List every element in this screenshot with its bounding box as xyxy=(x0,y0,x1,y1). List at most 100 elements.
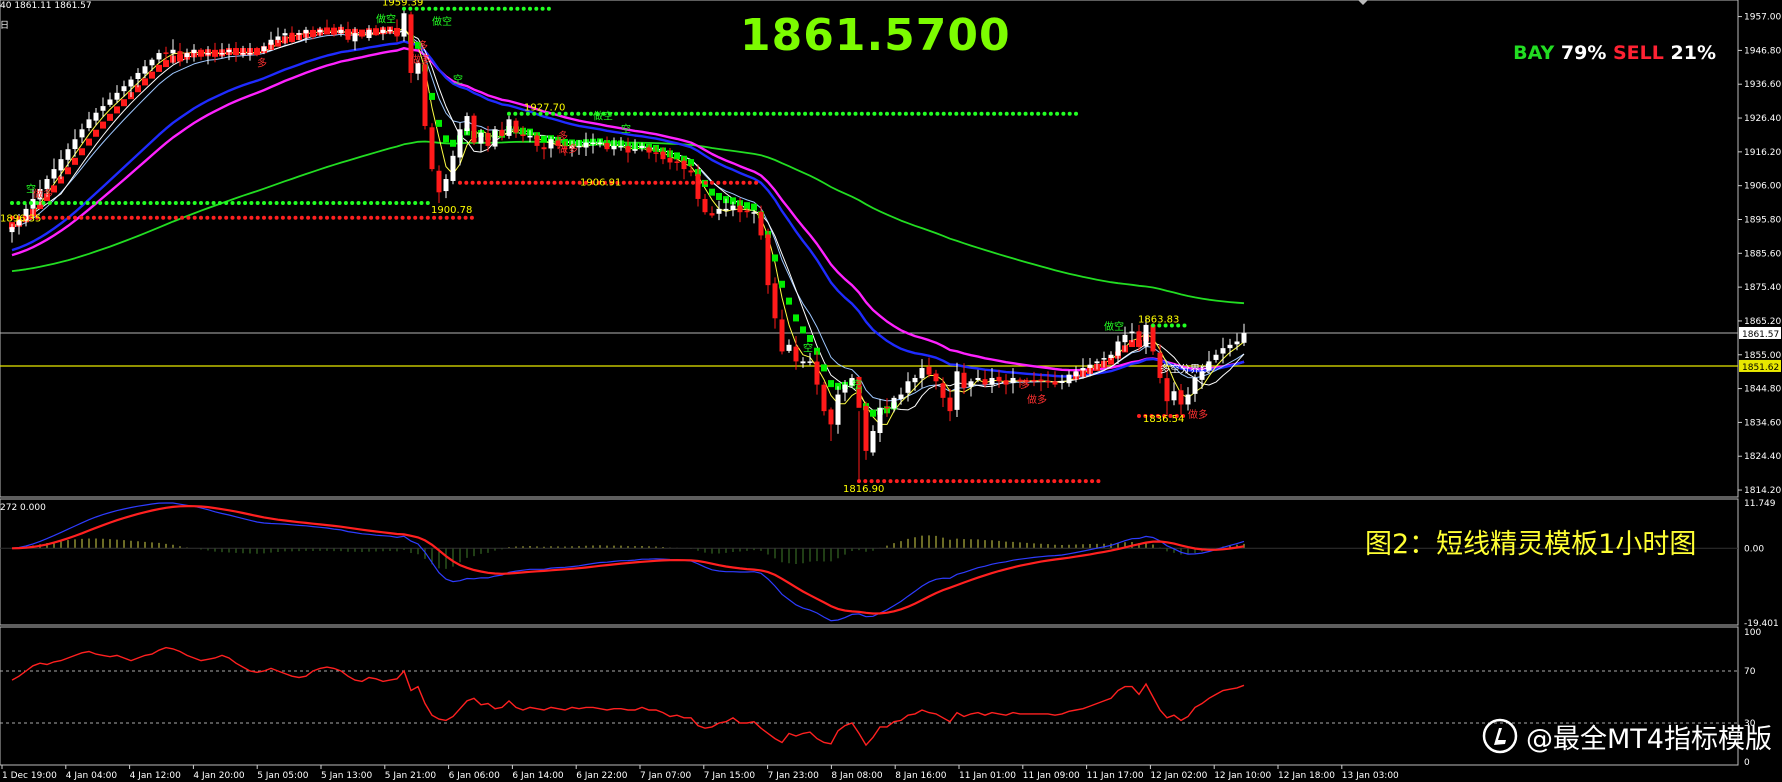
candle-body xyxy=(702,198,708,213)
level-dots-1900-green xyxy=(299,201,304,205)
level-dots-1896 xyxy=(98,215,103,220)
level-dots-1927 xyxy=(979,111,984,116)
level-dots-1906 xyxy=(703,180,708,185)
level-dots-1816 xyxy=(964,479,969,484)
time-tick-label: 11 Jan 09:00 xyxy=(1023,771,1080,781)
chart-canvas[interactable]: 1959.39 1927.70 1906.91 1900.78 1863.83 1836.… xyxy=(0,0,1782,782)
candle-body xyxy=(982,379,988,385)
rsi-line xyxy=(11,646,1245,747)
level-dots-1906 xyxy=(571,180,576,185)
candle-body xyxy=(436,170,442,193)
level-dots-1900-green xyxy=(318,201,323,205)
level-dots-1896 xyxy=(299,215,304,220)
level-dots-1900-green xyxy=(91,201,96,205)
level-dots-1816 xyxy=(920,479,924,484)
level-dots-1816 xyxy=(901,479,906,484)
level-dots-1896 xyxy=(287,215,292,220)
level-dots-1900-green xyxy=(28,201,33,205)
level-dots-1927 xyxy=(651,111,656,116)
level-dots-1906 xyxy=(647,180,651,185)
candle-body xyxy=(1213,354,1219,360)
level-dots-1896 xyxy=(85,215,90,220)
level-dots-1927 xyxy=(784,111,789,116)
level-dots-1896 xyxy=(117,215,122,220)
long-signal-label: 做多 xyxy=(1027,393,1047,406)
level-dots-1927 xyxy=(878,111,883,116)
candle-body xyxy=(1010,377,1016,384)
candle-body xyxy=(1178,390,1184,405)
level-dots-1927 xyxy=(985,111,990,116)
level-dots-1896 xyxy=(425,215,430,220)
level-dots-1900-green xyxy=(350,201,355,205)
time-tick-label: 8 Jan 08:00 xyxy=(831,771,883,781)
level-dots-1900-green xyxy=(293,201,298,205)
level-dots-1896 xyxy=(388,215,392,220)
candle-body xyxy=(1192,377,1198,394)
price-tick-label: 1875.40 xyxy=(1744,283,1781,293)
candle-body xyxy=(1094,361,1100,364)
level-dots-1896 xyxy=(199,215,203,220)
time-tick-label: 5 Jan 05:00 xyxy=(257,771,309,781)
level-dots-1900-green xyxy=(211,201,216,205)
trend-block xyxy=(541,135,547,143)
level-dots-1900-green xyxy=(394,201,399,205)
level-dots-1900-green xyxy=(325,201,329,205)
price-tick-label: 1946.80 xyxy=(1744,46,1781,56)
level-dots-1906 xyxy=(735,180,740,185)
figure-caption: 图2：短线精灵模板1小时图 xyxy=(1365,529,1697,560)
bay-label: BAY xyxy=(1513,42,1555,64)
candle-body xyxy=(954,371,960,410)
price-axis: 1957.00 1946.80 1936.60 1926.40 1916.20 1906.… xyxy=(1738,13,1781,768)
level-dots-1900-green xyxy=(110,201,115,205)
level-dots-1816 xyxy=(957,479,962,484)
price-tick-label: 1865.20 xyxy=(1744,317,1781,327)
level-dots-1896 xyxy=(457,215,462,220)
candle-body xyxy=(401,13,407,37)
level-dots-1900-green xyxy=(255,201,260,205)
candle-body xyxy=(947,397,953,412)
level-dots-1900-green xyxy=(331,201,336,205)
weibo-logo-icon xyxy=(1482,718,1518,754)
level-dots-1959 xyxy=(427,6,432,11)
candle-body xyxy=(520,134,526,136)
level-dots-1906 xyxy=(552,180,557,185)
level-dots-1896 xyxy=(47,215,52,220)
candle-body xyxy=(226,49,232,53)
level-label: 1863.83 xyxy=(1138,314,1179,325)
candle-body xyxy=(821,384,827,412)
level-dots-1927 xyxy=(702,111,707,116)
candle-body xyxy=(51,169,57,179)
level-dots-1900-green xyxy=(41,201,46,205)
time-tick-label: 13 Jan 03:00 xyxy=(1342,771,1399,781)
trend-block xyxy=(121,99,127,107)
candle-body xyxy=(457,129,463,158)
level-dots-1906 xyxy=(728,180,733,185)
level-dots-1900-green xyxy=(413,201,418,205)
trend-block xyxy=(443,135,449,143)
macd-tick-label: 0.00 xyxy=(1744,544,1764,554)
level-dots-1906 xyxy=(489,180,494,185)
candle-body xyxy=(380,29,386,33)
candle-body xyxy=(219,53,225,55)
level-dots-1816 xyxy=(1083,479,1088,484)
level-dots-1896 xyxy=(469,215,474,220)
level-dots-1816 xyxy=(1077,479,1082,484)
candle-body xyxy=(527,135,533,138)
level-dots-1927 xyxy=(626,111,631,116)
candle-body xyxy=(1101,358,1107,360)
trend-block xyxy=(142,78,148,86)
candle-body xyxy=(1045,380,1051,383)
candle-body xyxy=(688,170,694,173)
level-dots-1906 xyxy=(546,180,551,185)
level-dots-1927 xyxy=(1048,111,1053,116)
level-dots-1896 xyxy=(205,215,210,220)
level-dots-1959 xyxy=(515,6,520,11)
level-dots-1906 xyxy=(741,180,746,185)
cursor-marker xyxy=(1358,0,1368,5)
candle-body xyxy=(9,227,15,233)
level-dots-1927 xyxy=(910,111,915,116)
level-dots-1927 xyxy=(576,111,581,116)
level-dots-1896 xyxy=(419,215,424,220)
level-dots-1927 xyxy=(834,111,839,116)
level-dots-1906 xyxy=(514,180,519,185)
